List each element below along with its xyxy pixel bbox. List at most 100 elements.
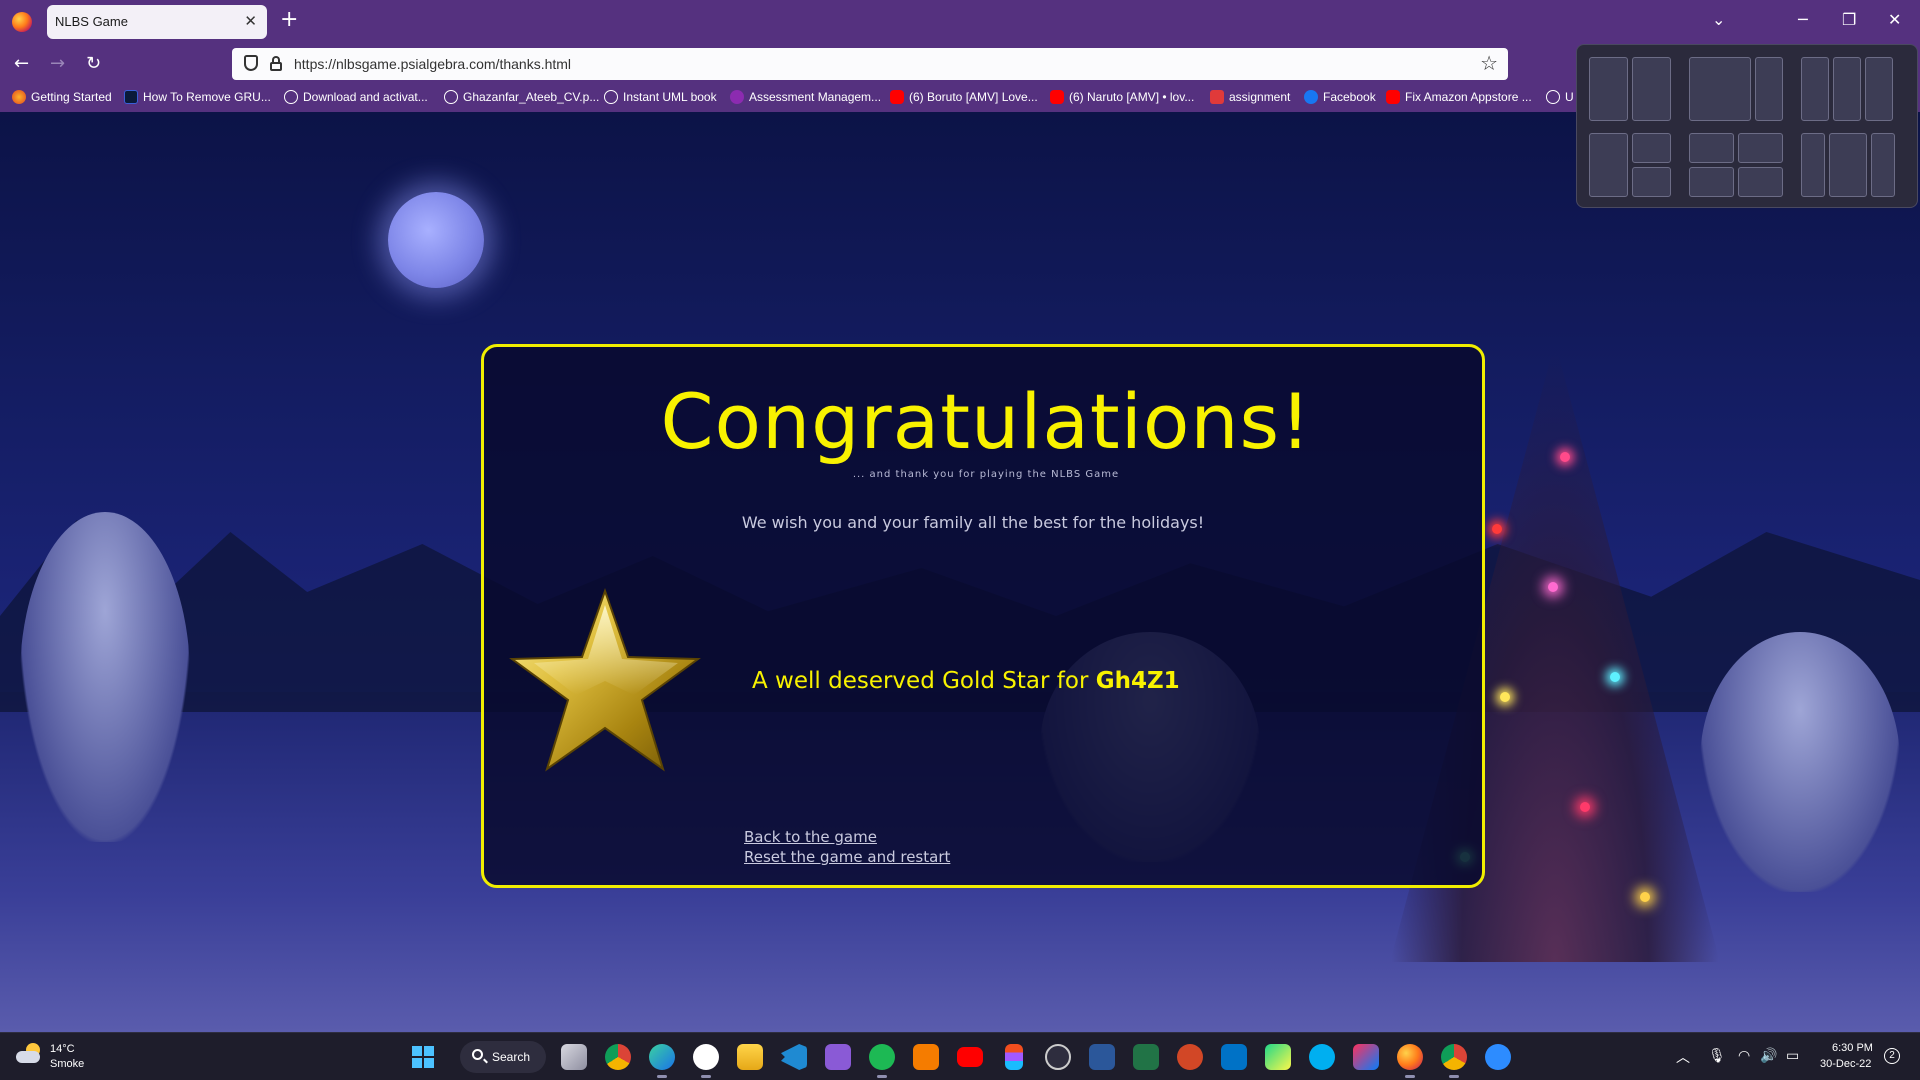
- pycharm-icon[interactable]: [1265, 1044, 1291, 1070]
- snap-zone-narrow-right[interactable]: [1871, 133, 1895, 197]
- snap-zone-top-right-quarter[interactable]: [1738, 133, 1783, 163]
- reload-icon[interactable]: ↻: [86, 53, 101, 74]
- task-view-icon[interactable]: [561, 1044, 587, 1070]
- url-text[interactable]: https://nlbsgame.psialgebra.com/thanks.h…: [294, 56, 571, 72]
- bookmark-label: Facebook: [1323, 90, 1376, 104]
- close-window-button[interactable]: ✕: [1888, 10, 1901, 29]
- snap-zone-left-half[interactable]: [1589, 133, 1628, 197]
- snap-zone-third-left[interactable]: [1801, 57, 1829, 121]
- gold-star-icon: [509, 587, 701, 772]
- address-bar[interactable]: https://nlbsgame.psialgebra.com/thanks.h…: [232, 48, 1508, 80]
- tree-light-decoration: [1500, 692, 1510, 702]
- obs-icon[interactable]: [1045, 1044, 1071, 1070]
- weather-temperature[interactable]: 14°C: [50, 1043, 75, 1055]
- snap-zone-right-half[interactable]: [1632, 57, 1671, 121]
- new-tab-button[interactable]: +: [280, 9, 298, 31]
- snap-zone-left-half[interactable]: [1589, 57, 1628, 121]
- player-name: Gh4Z1: [1095, 668, 1180, 694]
- tab-nlbs-game[interactable]: NLBS Game ✕: [47, 5, 267, 39]
- spotify-icon[interactable]: [869, 1044, 895, 1078]
- tracking-protection-shield-icon[interactable]: [244, 55, 258, 71]
- intellij-icon[interactable]: [1353, 1044, 1379, 1070]
- snap-zone-third-center[interactable]: [1833, 57, 1861, 121]
- back-to-game-link[interactable]: Back to the game: [744, 827, 950, 847]
- snap-zone-top-left-quarter[interactable]: [1689, 133, 1734, 163]
- youtube-icon: [890, 90, 904, 104]
- back-arrow-icon[interactable]: ←: [14, 53, 29, 74]
- facebook-icon: [1304, 90, 1318, 104]
- firefox-icon[interactable]: [1397, 1044, 1423, 1078]
- page-title: Congratulations!: [660, 377, 1312, 466]
- battery-icon[interactable]: ▭: [1786, 1048, 1799, 1064]
- bookmark-item[interactable]: Facebook: [1304, 90, 1376, 104]
- tree-light-decoration: [1548, 582, 1558, 592]
- tab-close-icon[interactable]: ✕: [244, 12, 257, 30]
- bookmark-item[interactable]: Ghazanfar_Ateeb_CV.p...: [444, 90, 599, 104]
- visual-studio-icon[interactable]: [825, 1044, 851, 1070]
- bookmark-label: Download and activat...: [303, 90, 428, 104]
- weather-condition[interactable]: Smoke: [50, 1058, 84, 1070]
- bookmark-item[interactable]: Fix Amazon Appstore ...: [1386, 90, 1532, 104]
- notification-badge[interactable]: 2: [1884, 1048, 1900, 1064]
- snap-zone-third-right[interactable]: [1865, 57, 1893, 121]
- file-explorer-icon[interactable]: [737, 1044, 763, 1070]
- bookmark-item[interactable]: (6) Naruto [AMV] • lov...: [1050, 90, 1194, 104]
- powerpoint-icon[interactable]: [1177, 1044, 1203, 1070]
- bookmark-item[interactable]: Assessment Managem...: [730, 90, 881, 104]
- forward-arrow-icon[interactable]: →: [50, 53, 65, 74]
- bookmark-item[interactable]: How To Remove GRU...: [124, 90, 271, 104]
- outlook-icon[interactable]: [1221, 1044, 1247, 1070]
- snap-zone-bottom-right[interactable]: [1632, 167, 1671, 197]
- snap-zone-large-left[interactable]: [1689, 57, 1751, 121]
- bookmark-item[interactable]: assignment: [1210, 90, 1290, 104]
- clock-time[interactable]: 6:30 PM: [1832, 1042, 1873, 1054]
- zoom-icon[interactable]: [1485, 1044, 1511, 1070]
- chrome-icon[interactable]: [605, 1044, 631, 1070]
- snap-zone-bottom-right-quarter[interactable]: [1738, 167, 1783, 197]
- bookmark-item[interactable]: Download and activat...: [284, 90, 428, 104]
- snap-zone-top-right[interactable]: [1632, 133, 1671, 163]
- figma-icon[interactable]: [1005, 1044, 1023, 1070]
- bookmark-label: Assessment Managem...: [749, 90, 882, 104]
- weather-icon[interactable]: [16, 1043, 42, 1065]
- app-w-icon[interactable]: [693, 1044, 719, 1078]
- site-icon: [124, 90, 138, 104]
- youtube-icon[interactable]: [957, 1047, 983, 1067]
- edge-icon[interactable]: [649, 1044, 675, 1078]
- list-all-tabs-chevron-icon[interactable]: ⌄: [1712, 10, 1725, 29]
- snap-zone-small-right[interactable]: [1755, 57, 1783, 121]
- vscode-icon[interactable]: [781, 1044, 807, 1070]
- snap-zone-bottom-left-quarter[interactable]: [1689, 167, 1734, 197]
- skype-icon[interactable]: [1309, 1044, 1335, 1070]
- taskbar-search-button[interactable]: Search: [460, 1041, 546, 1073]
- snow-covered-tree-decoration: [1700, 632, 1900, 892]
- bookmark-label: How To Remove GRU...: [143, 90, 271, 104]
- card-links: Back to the game Reset the game and rest…: [744, 827, 950, 867]
- reset-game-link[interactable]: Reset the game and restart: [744, 847, 950, 867]
- chrome-profile-icon[interactable]: [1441, 1044, 1467, 1078]
- app-orange-icon[interactable]: [913, 1044, 939, 1070]
- clock-date[interactable]: 30-Dec-22: [1820, 1058, 1871, 1070]
- excel-icon[interactable]: [1133, 1044, 1159, 1070]
- minimize-button[interactable]: ─: [1798, 10, 1808, 29]
- bookmark-star-icon[interactable]: ☆: [1480, 51, 1498, 75]
- wifi-icon[interactable]: ◠: [1738, 1048, 1750, 1064]
- restore-button[interactable]: ❐: [1842, 10, 1856, 29]
- word-icon[interactable]: [1089, 1044, 1115, 1070]
- youtube-icon: [1386, 90, 1400, 104]
- bookmark-item[interactable]: Instant UML book: [604, 90, 717, 104]
- start-button[interactable]: [412, 1046, 434, 1068]
- snap-zone-narrow-left[interactable]: [1801, 133, 1825, 197]
- lock-icon[interactable]: [270, 56, 282, 71]
- snap-zone-wide-center[interactable]: [1829, 133, 1867, 197]
- show-hidden-icons-chevron-icon[interactable]: ︿: [1676, 1047, 1690, 1067]
- bookmark-item[interactable]: U: [1546, 90, 1574, 104]
- congratulations-card: Congratulations! ... and thank you for p…: [481, 344, 1485, 888]
- gold-star-text: A well deserved Gold Star for: [752, 668, 1096, 694]
- bookmark-item[interactable]: Getting Started: [12, 90, 112, 104]
- microphone-icon[interactable]: 🎙: [1708, 1048, 1726, 1064]
- firefox-logo-icon[interactable]: [12, 12, 32, 32]
- bookmark-item[interactable]: (6) Boruto [AMV] Love...: [890, 90, 1038, 104]
- volume-icon[interactable]: 🔊: [1760, 1048, 1777, 1064]
- bookmark-label: Instant UML book: [623, 90, 717, 104]
